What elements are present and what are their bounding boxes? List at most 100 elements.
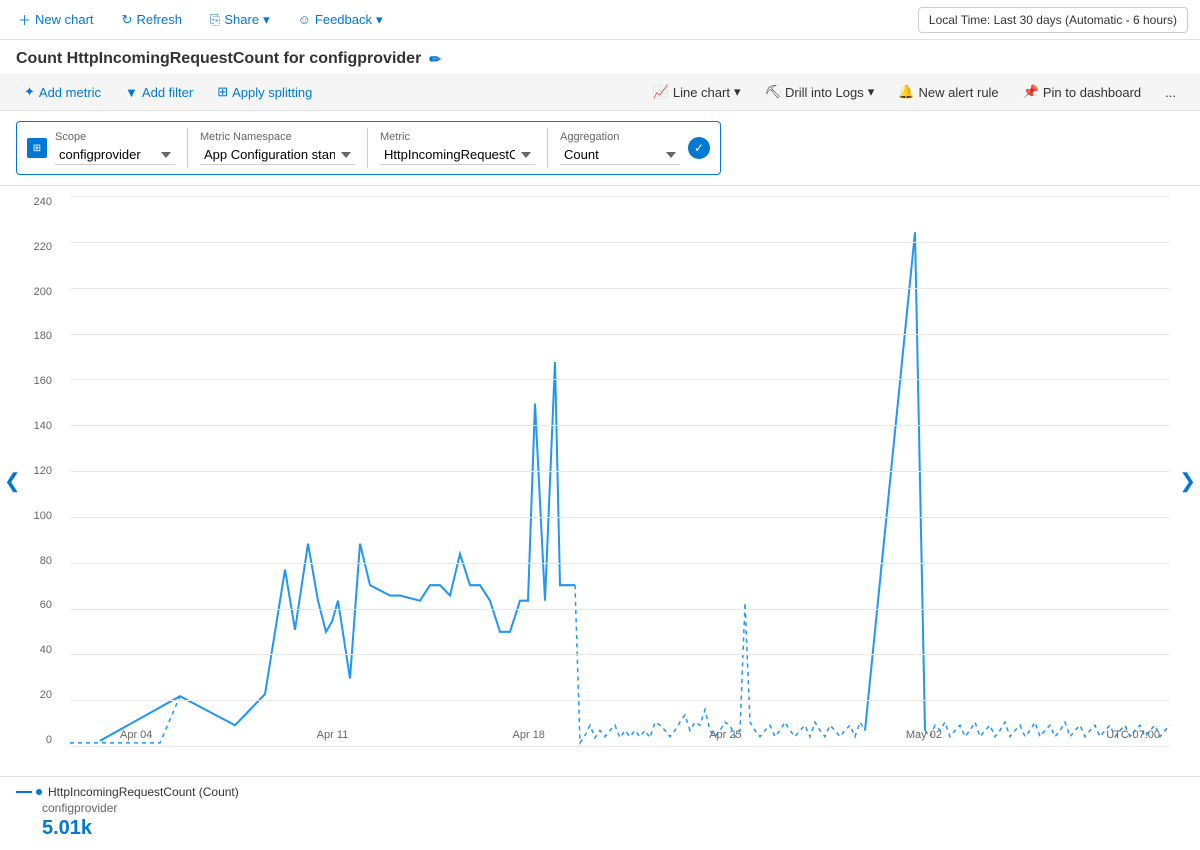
metric-label: Metric — [380, 131, 535, 143]
pin-label: Pin to dashboard — [1043, 85, 1141, 100]
pin-dashboard-button[interactable]: 📌 Pin to dashboard — [1015, 80, 1149, 104]
share-icon: ⎘ — [210, 12, 220, 28]
y-label-220: 220 — [20, 241, 60, 253]
legend-series-sub: configprovider — [42, 801, 1184, 815]
page-title-bar: Count HttpIncomingRequestCount for confi… — [0, 40, 1200, 74]
pin-icon: 📌 — [1023, 84, 1039, 100]
split-icon: ⊞ — [217, 84, 228, 100]
share-label: Share — [224, 12, 259, 27]
legend-series-name: HttpIncomingRequestCount (Count) — [48, 785, 239, 799]
y-label-40: 40 — [20, 644, 60, 656]
apply-splitting-label: Apply splitting — [232, 85, 312, 100]
grid-line — [70, 288, 1170, 289]
aggregation-label: Aggregation — [560, 131, 680, 143]
chart-container: 240 220 200 180 160 140 120 100 80 60 40… — [20, 186, 1180, 776]
grid-line — [70, 746, 1170, 747]
alert-icon: 🔔 — [898, 84, 914, 100]
add-filter-label: Add filter — [142, 85, 193, 100]
line-chart-label: Line chart — [673, 85, 730, 100]
new-chart-button[interactable]: ＋ New chart — [12, 6, 100, 33]
grid-line — [70, 379, 1170, 380]
filter-icon: ▼ — [125, 85, 138, 100]
scope-group: Scope — [55, 131, 175, 165]
feedback-label: Feedback — [315, 12, 372, 27]
chevron-down-icon: ▾ — [868, 84, 875, 100]
refresh-label: Refresh — [136, 12, 182, 27]
y-label-160: 160 — [20, 375, 60, 387]
new-chart-label: New chart — [35, 12, 94, 27]
namespace-select[interactable]: App Configuration stan... — [200, 145, 355, 165]
metric-select[interactable]: HttpIncomingRequestC... — [380, 145, 535, 165]
chart-nav-left-button[interactable]: ❮ — [0, 465, 25, 498]
add-metric-label: Add metric — [39, 85, 101, 100]
scope-icon: ⊞ — [27, 138, 47, 158]
solid-spike — [865, 232, 925, 730]
namespace-label: Metric Namespace — [200, 131, 355, 143]
grid-line — [70, 609, 1170, 610]
chevron-down-icon: ▾ — [376, 12, 383, 28]
grid-line — [70, 654, 1170, 655]
time-range-label: Local Time: Last 30 days (Automatic - 6 … — [929, 13, 1177, 27]
x-axis: Apr 04 Apr 11 Apr 18 Apr 25 May 02 UTC-0… — [120, 729, 1160, 741]
y-label-180: 180 — [20, 330, 60, 342]
refresh-icon: ↻ — [122, 12, 133, 28]
y-label-20: 20 — [20, 689, 60, 701]
grid-line — [70, 471, 1170, 472]
scope-label: Scope — [55, 131, 175, 143]
grid-line — [70, 425, 1170, 426]
x-label-apr04: Apr 04 — [120, 729, 152, 741]
apply-splitting-button[interactable]: ⊞ Apply splitting — [209, 80, 320, 104]
top-bar-left: ＋ New chart ↻ Refresh ⎘ Share ▾ ☺ Feedba… — [12, 6, 389, 33]
grid-line — [70, 517, 1170, 518]
add-metric-button[interactable]: ✦ Add metric — [16, 80, 109, 104]
legend-item: HttpIncomingRequestCount (Count) configp… — [16, 785, 1184, 840]
grid-line — [70, 334, 1170, 335]
chevron-down-icon: ▾ — [734, 84, 741, 100]
divider-3 — [547, 128, 548, 168]
page-title: Count HttpIncomingRequestCount for confi… — [16, 50, 421, 68]
legend-dot — [36, 789, 42, 795]
share-button[interactable]: ⎘ Share ▾ — [204, 8, 276, 32]
grid-line — [70, 700, 1170, 701]
plus-icon: ＋ — [18, 10, 31, 29]
chart-toolbar: ✦ Add metric ▼ Add filter ⊞ Apply splitt… — [0, 74, 1200, 111]
more-label: ... — [1165, 85, 1176, 100]
x-label-apr18: Apr 18 — [513, 729, 545, 741]
feedback-button[interactable]: ☺ Feedback ▾ — [292, 8, 389, 32]
aggregation-select[interactable]: Count — [560, 145, 680, 165]
legend-line — [16, 791, 32, 793]
x-label-may02: May 02 — [906, 729, 942, 741]
more-options-button[interactable]: ... — [1157, 81, 1184, 104]
feedback-icon: ☺ — [298, 12, 311, 27]
time-range-display[interactable]: Local Time: Last 30 days (Automatic - 6 … — [918, 7, 1188, 33]
toolbar-left: ✦ Add metric ▼ Add filter ⊞ Apply splitt… — [16, 80, 320, 104]
x-label-apr11: Apr 11 — [317, 729, 349, 741]
add-filter-button[interactable]: ▼ Add filter — [117, 81, 201, 104]
grid-line — [70, 196, 1170, 197]
y-label-80: 80 — [20, 555, 60, 567]
x-label-utc: UTC-07:00 — [1106, 729, 1160, 741]
y-axis: 240 220 200 180 160 140 120 100 80 60 40… — [20, 196, 60, 746]
drill-icon: ⛏ — [764, 84, 781, 100]
legend-value: 5.01k — [42, 817, 1184, 840]
plus-icon: ✦ — [24, 84, 35, 100]
drill-logs-button[interactable]: ⛏ Drill into Logs ▾ — [756, 80, 882, 104]
edit-icon[interactable]: ✏ — [429, 51, 441, 68]
y-label-100: 100 — [20, 510, 60, 522]
refresh-button[interactable]: ↻ Refresh — [116, 8, 188, 32]
y-label-120: 120 — [20, 465, 60, 477]
drill-logs-label: Drill into Logs — [785, 85, 864, 100]
y-label-240: 240 — [20, 196, 60, 208]
y-label-200: 200 — [20, 286, 60, 298]
chevron-down-icon: ▾ — [263, 12, 270, 28]
scope-input[interactable] — [55, 145, 175, 165]
chart-area: ❮ ❯ 240 220 200 180 160 140 120 100 80 6… — [0, 186, 1200, 776]
y-label-60: 60 — [20, 599, 60, 611]
line-chart-button[interactable]: 📈 Line chart ▾ — [645, 80, 749, 104]
grid-line — [70, 242, 1170, 243]
new-alert-label: New alert rule — [918, 85, 998, 100]
new-alert-button[interactable]: 🔔 New alert rule — [890, 80, 1006, 104]
chart-nav-right-button[interactable]: ❯ — [1175, 465, 1200, 498]
top-bar: ＋ New chart ↻ Refresh ⎘ Share ▾ ☺ Feedba… — [0, 0, 1200, 40]
confirm-icon[interactable]: ✓ — [688, 137, 710, 159]
